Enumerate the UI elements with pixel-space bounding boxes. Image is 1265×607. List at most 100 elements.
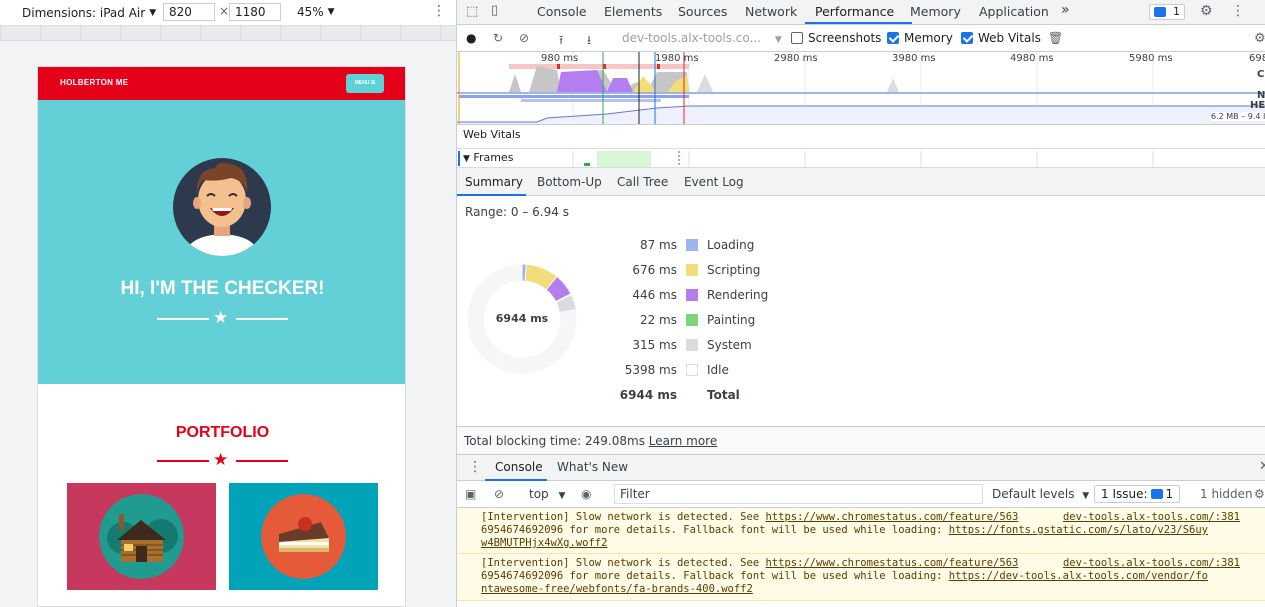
tab-console[interactable]: Console <box>537 4 587 19</box>
filter-input[interactable]: Filter <box>614 484 983 504</box>
close-icon[interactable]: ✕ <box>1259 459 1265 474</box>
summary-label: Loading <box>707 238 755 252</box>
message-text: 6954674692096 for more details. Fallback… <box>481 524 949 536</box>
detail-tabbar: Summary Bottom-Up Call Tree Event Log <box>457 168 1265 196</box>
reload-icon[interactable]: ↻ <box>493 31 503 45</box>
heap-range: 6.2 MB – 9.4 I <box>1211 112 1265 121</box>
dimensions-select[interactable]: Dimensions: iPad Air ▼ <box>22 6 156 20</box>
tab-summary[interactable]: Summary <box>465 175 523 189</box>
tab-network[interactable]: Network <box>745 4 797 19</box>
dropdown-arrow-icon: ▼ <box>327 7 335 17</box>
width-input[interactable]: 820 <box>163 3 215 21</box>
hidden-count: 1 hidden <box>1200 487 1253 501</box>
dimensions-label: Dimensions: iPad Air <box>22 5 146 20</box>
more-options-icon[interactable]: ⋮ <box>1231 3 1245 19</box>
issues-label: 1 Issue: <box>1101 487 1148 501</box>
web-vitals-track[interactable]: Web Vitals <box>457 125 1265 149</box>
drawer-tab-whats-new[interactable]: What's New <box>557 460 628 474</box>
tab-sources[interactable]: Sources <box>678 4 727 19</box>
summary-value: 446 ms <box>632 288 677 302</box>
gear-icon[interactable]: ⚙ <box>1254 487 1265 501</box>
gear-icon[interactable]: ⚙ <box>1200 3 1213 19</box>
zoom-value: 45% <box>297 5 324 19</box>
inspect-element-icon[interactable]: ⬚ <box>466 4 478 19</box>
issues-count: 1 <box>1173 5 1180 18</box>
tab-performance[interactable]: Performance <box>815 4 894 19</box>
eye-icon[interactable]: ◉ <box>581 487 591 501</box>
learn-more-link[interactable]: Learn more <box>649 434 717 448</box>
context-select[interactable]: top ▼ <box>529 487 565 501</box>
gear-icon[interactable]: ⚙ <box>1254 31 1265 46</box>
message-link[interactable]: ntawesome-free/webfonts/fa-brands-400.wo… <box>481 583 753 595</box>
sidebar-toggle-icon[interactable]: ▣ <box>465 487 476 501</box>
checkbox-label: Memory <box>904 31 953 45</box>
tab-application[interactable]: Application <box>979 4 1049 19</box>
tab-memory[interactable]: Memory <box>910 4 961 19</box>
tab-elements[interactable]: Elements <box>604 4 662 19</box>
summary-label: System <box>707 338 752 352</box>
tick-label: 2980 ms <box>774 53 818 64</box>
drawer-tab-console[interactable]: Console <box>495 460 543 474</box>
hero-divider: ★ <box>38 308 405 329</box>
trash-icon[interactable]: 🗑 <box>1048 31 1063 45</box>
tab-event-log[interactable]: Event Log <box>684 175 744 189</box>
more-options-icon[interactable]: ⋮ <box>432 3 446 19</box>
legend-swatch <box>686 314 698 326</box>
zoom-select[interactable]: 45% ▼ <box>297 5 335 19</box>
message-link[interactable]: https://www.chromestatus.com/feature/563 <box>765 557 1018 569</box>
portfolio-card-cake[interactable] <box>229 483 378 590</box>
clear-console-icon[interactable]: ⊘ <box>494 487 504 501</box>
message-source[interactable]: dev-tools.alx-tools.com/:381 <box>1063 511 1240 524</box>
message-link[interactable]: w4BMUTPHjx4wXg.woff2 <box>481 537 607 549</box>
dropdown-arrow-icon: ▼ <box>1082 491 1090 501</box>
message-link[interactable]: https://dev-tools.alx-tools.com/vendor/f… <box>949 570 1208 582</box>
record-icon[interactable]: ● <box>466 31 476 45</box>
log-levels-value: Default levels <box>992 487 1075 501</box>
log-levels-select[interactable]: Default levels ▼ <box>992 487 1089 501</box>
height-input[interactable]: 1180 <box>229 3 281 21</box>
more-tabs-icon[interactable]: » <box>1061 2 1070 18</box>
summary-total-value: 6944 ms <box>619 388 677 402</box>
site-navbar: HOLBERTON ME MENU ☰ <box>38 67 405 100</box>
summary-value: 22 ms <box>639 313 677 327</box>
screenshots-checkbox[interactable]: Screenshots <box>791 31 881 45</box>
summary-value: 315 ms <box>632 338 677 352</box>
web-vitals-checkbox[interactable]: Web Vitals <box>961 31 1041 45</box>
message-text: 6954674692096 for more details. Fallback… <box>481 570 949 582</box>
cpu-label: CI <box>1257 69 1265 80</box>
drawer-menu-icon[interactable]: ⋮ <box>468 459 482 475</box>
menu-button[interactable]: MENU ☰ <box>346 74 384 93</box>
frames-graph <box>458 151 1154 167</box>
message-link[interactable]: https://www.chromestatus.com/feature/563 <box>765 511 1018 523</box>
devtools-panel: ⬚ ▯ Console Elements Sources Network Per… <box>456 0 1265 607</box>
site-brand[interactable]: HOLBERTON ME <box>60 78 128 87</box>
device-viewport: HOLBERTON ME MENU ☰ HI, I'M THE CHECKER!… <box>37 66 406 607</box>
device-toggle-icon[interactable]: ▯ <box>491 3 498 18</box>
timeline-overview[interactable]: 980 ms 1980 ms 2980 ms 3980 ms 4980 ms 5… <box>457 52 1265 125</box>
total-blocking-time: Total blocking time: 249.08ms Learn more <box>457 426 1265 454</box>
divider-line <box>157 318 209 320</box>
summary-label: Rendering <box>707 288 769 302</box>
recording-select[interactable]: dev-tools.alx-tools.co... ▼ <box>622 31 782 45</box>
avatar-illustration <box>185 162 259 256</box>
hero-section: HI, I'M THE CHECKER! ★ <box>38 100 405 384</box>
portfolio-card-cabin[interactable] <box>67 483 216 590</box>
message-source[interactable]: dev-tools.alx-tools.com/:381 <box>1063 557 1240 570</box>
range-text: Range: 0 – 6.94 s <box>465 205 569 219</box>
message-link[interactable]: https://fonts.gstatic.com/s/lato/v23/S6u… <box>949 524 1208 536</box>
summary-label: Scripting <box>707 263 761 277</box>
download-icon[interactable]: ⭳ <box>587 31 591 52</box>
web-vitals-label: Web Vitals <box>463 128 521 141</box>
issues-badge[interactable]: 1 <box>1149 4 1185 20</box>
tab-bottom-up[interactable]: Bottom-Up <box>537 175 602 189</box>
frames-track[interactable]: ▼ Frames <box>457 149 1265 168</box>
hero-title: HI, I'M THE CHECKER! <box>120 278 325 299</box>
upload-icon[interactable]: ⭱ <box>559 31 563 52</box>
recording-url: dev-tools.alx-tools.co... <box>622 31 761 45</box>
tab-call-tree[interactable]: Call Tree <box>617 175 668 189</box>
memory-checkbox[interactable]: Memory <box>887 31 953 45</box>
legend-swatch <box>686 239 698 251</box>
donut-total: 6944 ms <box>495 312 549 325</box>
issues-button[interactable]: 1 Issue: 1 <box>1094 485 1180 503</box>
clear-icon[interactable]: ⊘ <box>519 31 529 45</box>
